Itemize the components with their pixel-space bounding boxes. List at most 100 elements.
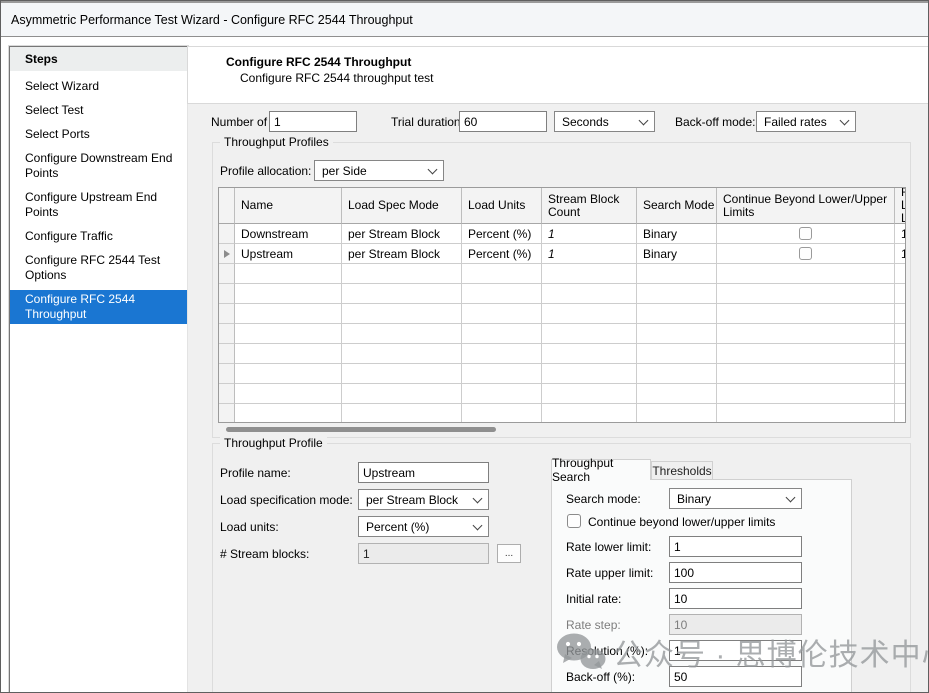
stream-blocks-browse-button[interactable]: ...: [497, 544, 521, 563]
rate-upper-limit-input[interactable]: [669, 562, 802, 583]
cell-search-mode[interactable]: Binary: [637, 224, 717, 244]
table-row-downstream[interactable]: Downstream per Stream Block Percent (%) …: [219, 224, 906, 244]
row-selector-header: [219, 188, 235, 224]
stream-blocks-input: [358, 543, 489, 564]
sidebar-item-configure-rfc2544-throughput[interactable]: Configure RFC 2544 Throughput: [10, 290, 187, 324]
col-header-rate-lower-limit[interactable]: Rate Lower Limit: [895, 188, 906, 224]
chevron-down-icon: [428, 164, 438, 174]
rate-step-input: [669, 614, 802, 635]
scrollbar-thumb[interactable]: [226, 427, 496, 432]
cell-continue-beyond: [717, 224, 895, 244]
back-off-percent-input[interactable]: [669, 666, 802, 687]
window-title: Asymmetric Performance Test Wizard - Con…: [11, 13, 413, 27]
search-mode-value: Binary: [677, 492, 711, 506]
table-empty-row[interactable]: [219, 304, 906, 324]
profiles-table[interactable]: Name Load Spec Mode Load Units Stream Bl…: [218, 187, 906, 423]
table-empty-row[interactable]: [219, 384, 906, 404]
steps-sidebar: Steps Select Wizard Select Test Select P…: [9, 46, 188, 693]
initial-rate-label: Initial rate:: [566, 592, 621, 606]
table-empty-row[interactable]: [219, 404, 906, 423]
chevron-down-icon: [473, 493, 483, 503]
cell-name[interactable]: Downstream: [235, 224, 342, 244]
profile-allocation-select[interactable]: per Side: [314, 160, 444, 181]
rate-lower-limit-label: Rate lower limit:: [566, 540, 651, 554]
table-empty-row[interactable]: [219, 284, 906, 304]
stream-blocks-label: # Stream blocks:: [220, 547, 309, 561]
table-empty-row[interactable]: [219, 324, 906, 344]
chevron-down-icon: [786, 492, 796, 502]
cell-rate-lower-limit[interactable]: 1: [895, 244, 906, 264]
row-selector-cell[interactable]: [219, 244, 235, 264]
back-off-mode-label: Back-off mode:: [675, 115, 755, 129]
load-spec-mode-label: Load specification mode:: [220, 493, 353, 507]
chevron-down-icon: [840, 115, 850, 125]
cell-load-spec-mode[interactable]: per Stream Block: [342, 244, 462, 264]
cell-rate-lower-limit[interactable]: 1: [895, 224, 906, 244]
table-empty-row[interactable]: [219, 344, 906, 364]
sidebar-item-configure-rfc2544-test-options[interactable]: Configure RFC 2544 Test Options: [10, 251, 187, 285]
table-horizontal-scrollbar[interactable]: [218, 425, 906, 435]
trial-duration-input[interactable]: [459, 111, 547, 132]
throughput-profiles-group-title: Throughput Profiles: [220, 135, 333, 149]
sidebar-item-select-ports[interactable]: Select Ports: [10, 125, 187, 144]
back-off-mode-value: Failed rates: [764, 115, 827, 129]
page-header: Configure RFC 2544 Throughput Configure …: [187, 46, 929, 104]
trial-duration-unit-select[interactable]: Seconds: [554, 111, 655, 132]
sidebar-item-configure-traffic[interactable]: Configure Traffic: [10, 227, 187, 246]
continue-beyond-limits-checkbox[interactable]: [567, 514, 581, 528]
sidebar-item-select-test[interactable]: Select Test: [10, 101, 187, 120]
col-header-load-units[interactable]: Load Units: [462, 188, 542, 224]
throughput-profile-group-title: Throughput Profile: [220, 436, 327, 450]
col-header-search-mode[interactable]: Search Mode: [637, 188, 717, 224]
resolution-label: Resolution (%):: [566, 644, 648, 658]
page-title: Configure RFC 2544 Throughput: [226, 55, 928, 69]
sidebar-item-select-wizard[interactable]: Select Wizard: [10, 77, 187, 96]
back-off-percent-label: Back-off (%):: [566, 670, 635, 684]
col-header-load-spec-mode[interactable]: Load Spec Mode: [342, 188, 462, 224]
rate-step-label: Rate step:: [566, 618, 621, 632]
back-off-mode-select[interactable]: Failed rates: [756, 111, 856, 132]
current-row-arrow-icon: [224, 250, 230, 258]
trial-duration-label: Trial duration:: [391, 115, 464, 129]
number-of-trials-input[interactable]: [269, 111, 357, 132]
steps-header: Steps: [10, 47, 187, 71]
table-empty-row[interactable]: [219, 264, 906, 284]
initial-rate-input[interactable]: [669, 588, 802, 609]
cell-load-units[interactable]: Percent (%): [462, 224, 542, 244]
cell-search-mode[interactable]: Binary: [637, 244, 717, 264]
cell-continue-beyond: [717, 244, 895, 264]
profile-name-label: Profile name:: [220, 466, 291, 480]
load-spec-mode-value: per Stream Block: [366, 493, 458, 507]
title-bar: Asymmetric Performance Test Wizard - Con…: [1, 1, 928, 37]
row-selector-cell[interactable]: [219, 224, 235, 244]
chevron-down-icon: [639, 115, 649, 125]
sidebar-item-configure-downstream-end-points[interactable]: Configure Downstream End Points: [10, 149, 187, 183]
cell-stream-block-count[interactable]: 1: [542, 244, 637, 264]
sidebar-item-configure-upstream-end-points[interactable]: Configure Upstream End Points: [10, 188, 187, 222]
resolution-input[interactable]: [669, 640, 802, 661]
continue-beyond-limits-label[interactable]: Continue beyond lower/upper limits: [588, 515, 775, 529]
cell-load-spec-mode[interactable]: per Stream Block: [342, 224, 462, 244]
load-units-select[interactable]: Percent (%): [358, 516, 489, 537]
cell-stream-block-count[interactable]: 1: [542, 224, 637, 244]
tab-thresholds[interactable]: Thresholds: [651, 461, 713, 480]
table-empty-rows: [219, 264, 905, 423]
continue-beyond-checkbox[interactable]: [799, 247, 812, 260]
search-mode-label: Search mode:: [566, 492, 641, 506]
profile-allocation-value: per Side: [322, 164, 367, 178]
table-row-upstream[interactable]: Upstream per Stream Block Percent (%) 1 …: [219, 244, 906, 264]
tab-throughput-search[interactable]: Throughput Search: [551, 459, 651, 480]
search-mode-select[interactable]: Binary: [669, 488, 802, 509]
col-header-stream-block-count[interactable]: Stream Block Count: [542, 188, 637, 224]
profile-allocation-label: Profile allocation:: [220, 164, 311, 178]
rate-upper-limit-label: Rate upper limit:: [566, 566, 653, 580]
table-empty-row[interactable]: [219, 364, 906, 384]
col-header-name[interactable]: Name: [235, 188, 342, 224]
profile-name-input[interactable]: [358, 462, 489, 483]
load-spec-mode-select[interactable]: per Stream Block: [358, 489, 489, 510]
col-header-continue-beyond-limits[interactable]: Continue Beyond Lower/Upper Limits: [717, 188, 895, 224]
rate-lower-limit-input[interactable]: [669, 536, 802, 557]
cell-load-units[interactable]: Percent (%): [462, 244, 542, 264]
continue-beyond-checkbox[interactable]: [799, 227, 812, 240]
cell-name[interactable]: Upstream: [235, 244, 342, 264]
